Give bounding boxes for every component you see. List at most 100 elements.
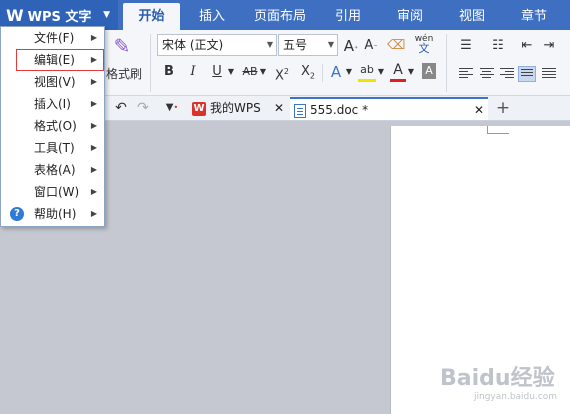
- font-size-select[interactable]: 五号 ▼: [278, 34, 338, 56]
- subscript-glyph: X: [301, 64, 310, 79]
- divider: [446, 34, 447, 92]
- superscript-button[interactable]: X2: [272, 62, 292, 84]
- shrink-font-glyph: A: [364, 38, 374, 53]
- watermark: Baidu经验: [440, 366, 555, 391]
- numbered-list-icon[interactable]: ☷: [486, 36, 510, 56]
- chevron-down-icon: ▼: [327, 40, 334, 49]
- menu-item-insert[interactable]: 插入(I) ▶: [1, 93, 104, 115]
- shrink-font-button[interactable]: A⁻: [362, 36, 380, 56]
- pinyin-char: 文: [418, 42, 430, 55]
- chevron-down-icon: ▼: [266, 40, 273, 49]
- justify-icon[interactable]: [518, 66, 536, 82]
- chevron-right-icon: ▶: [90, 209, 97, 218]
- menu-item-help[interactable]: ? 帮助(H) ▶: [1, 203, 104, 225]
- chevron-right-icon: ▶: [90, 121, 97, 130]
- tab-page-layout[interactable]: 页面布局: [248, 3, 312, 30]
- menu-item-label: 编辑(E): [34, 53, 75, 67]
- format-painter-label[interactable]: 格式刷: [104, 64, 144, 84]
- grow-font-glyph: A: [343, 37, 355, 55]
- italic-button[interactable]: I: [184, 62, 202, 82]
- distributed-icon[interactable]: [542, 68, 556, 80]
- clear-format-icon[interactable]: ⌫: [387, 36, 405, 56]
- menu-item-label: 窗口(W): [34, 185, 80, 199]
- chevron-down-icon[interactable]: ▼: [406, 62, 416, 82]
- chevron-right-icon: ▶: [90, 165, 97, 174]
- superscript-glyph: X: [275, 68, 284, 84]
- margin-mark: [487, 126, 509, 134]
- font-name-value: 宋体 (正文): [162, 38, 224, 52]
- close-icon[interactable]: ✕: [274, 97, 284, 120]
- subscript-mark: 2: [309, 71, 315, 81]
- app-dropdown-menu: 文件(F) ▶ 编辑(E) ▶ 视图(V) ▶ 插入(I) ▶ 格式(O) ▶ …: [0, 26, 105, 227]
- chevron-down-icon[interactable]: ▼: [344, 62, 354, 82]
- chevron-down-icon[interactable]: ▼: [376, 62, 386, 82]
- chevron-right-icon: ▶: [90, 77, 97, 86]
- doc-tab-555[interactable]: 555.doc * ✕: [290, 97, 488, 120]
- chevron-right-icon: ▶: [90, 99, 97, 108]
- align-left-icon[interactable]: [459, 68, 473, 80]
- doc-tab-label: 我的WPS: [210, 101, 261, 115]
- superscript-mark: 2: [283, 67, 289, 76]
- menu-item-file[interactable]: 文件(F) ▶: [1, 27, 104, 49]
- divider: [322, 64, 323, 82]
- chevron-right-icon: ▶: [90, 187, 97, 196]
- chevron-right-icon: ▶: [90, 55, 97, 64]
- pinyin-guide-button[interactable]: wén 文: [412, 34, 436, 54]
- doc-tab-my-wps[interactable]: W 我的WPS ✕: [188, 97, 288, 120]
- wps-logo-icon: W: [192, 101, 206, 116]
- tab-home[interactable]: 开始: [123, 3, 180, 30]
- chevron-right-icon: ▶: [90, 33, 97, 42]
- tab-view[interactable]: 视图: [450, 3, 494, 30]
- align-center-icon[interactable]: [480, 68, 494, 80]
- menu-item-edit[interactable]: 编辑(E) ▶: [16, 49, 104, 71]
- tab-chapter[interactable]: 章节: [512, 3, 556, 30]
- highlight-button[interactable]: ab: [358, 62, 376, 82]
- divider: [150, 34, 151, 92]
- doc-tab-label: 555.doc *: [310, 103, 369, 117]
- tab-insert[interactable]: 插入: [190, 3, 234, 30]
- menu-item-window[interactable]: 窗口(W) ▶: [1, 181, 104, 203]
- chevron-down-icon: ▼: [103, 10, 110, 20]
- font-color-button[interactable]: A: [390, 62, 406, 82]
- font-name-select[interactable]: 宋体 (正文) ▼: [157, 34, 277, 56]
- menu-item-label: 插入(I): [34, 97, 71, 111]
- menu-item-label: 格式(O): [34, 119, 77, 133]
- close-icon[interactable]: ✕: [474, 99, 484, 122]
- chevron-right-icon: ▶: [90, 143, 97, 152]
- strikethrough-button[interactable]: AB: [240, 62, 260, 82]
- underline-button[interactable]: U: [208, 62, 226, 82]
- decrease-indent-icon[interactable]: ⇤: [518, 36, 536, 56]
- menu-item-label: 文件(F): [34, 31, 75, 45]
- character-shading-button[interactable]: A: [422, 63, 436, 79]
- increase-indent-icon[interactable]: ⇥: [540, 36, 558, 56]
- tab-references[interactable]: 引用: [326, 3, 370, 30]
- font-size-value: 五号: [283, 38, 308, 52]
- bold-button[interactable]: B: [160, 62, 178, 82]
- document-icon: [294, 103, 306, 118]
- align-right-icon[interactable]: [500, 68, 514, 80]
- undo-icon[interactable]: ↶: [112, 98, 130, 118]
- subscript-button[interactable]: X2: [298, 62, 318, 82]
- text-effect-button[interactable]: A: [328, 62, 344, 82]
- tab-review[interactable]: 审阅: [388, 3, 432, 30]
- menu-item-label: 表格(A): [34, 163, 76, 177]
- grow-font-button[interactable]: A⁺: [342, 36, 360, 56]
- wps-logo-icon: W: [6, 5, 24, 25]
- chevron-down-icon[interactable]: ▼: [258, 62, 268, 82]
- redo-icon[interactable]: ↷: [134, 98, 152, 118]
- help-icon: ?: [10, 207, 24, 221]
- watermark-url: jingyan.baidu.com: [474, 392, 558, 402]
- menu-item-label: 工具(T): [34, 141, 75, 155]
- menu-item-format[interactable]: 格式(O) ▶: [1, 115, 104, 137]
- app-name: WPS 文字: [27, 9, 92, 25]
- menu-item-tools[interactable]: 工具(T) ▶: [1, 137, 104, 159]
- format-painter-icon[interactable]: ✎: [110, 36, 134, 62]
- customize-toolbar-icon[interactable]: ▼•: [162, 98, 182, 118]
- menu-item-view[interactable]: 视图(V) ▶: [1, 71, 104, 93]
- menu-item-label: 帮助(H): [34, 207, 77, 221]
- menu-item-label: 视图(V): [34, 75, 76, 89]
- new-tab-plus-icon[interactable]: +: [494, 98, 512, 118]
- bullet-list-icon[interactable]: ☰: [454, 36, 478, 56]
- chevron-down-icon[interactable]: ▼: [226, 62, 236, 82]
- menu-item-table[interactable]: 表格(A) ▶: [1, 159, 104, 181]
